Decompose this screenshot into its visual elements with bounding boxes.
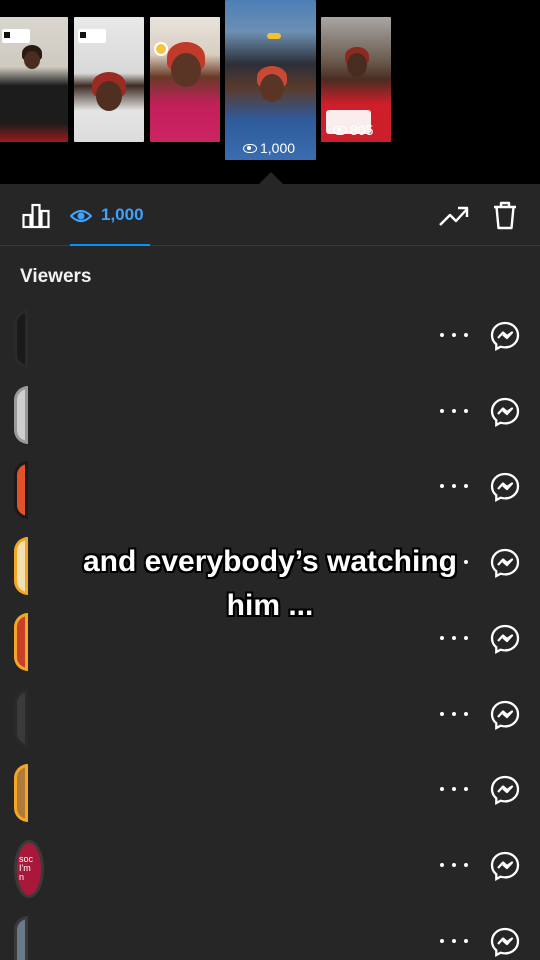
avatar[interactable] — [14, 915, 28, 960]
sticker — [78, 29, 106, 43]
viewer-row[interactable] — [0, 310, 540, 389]
story-thumbnail[interactable]: 805 — [321, 17, 391, 142]
sticker — [2, 29, 30, 43]
story-strip: 1,000 805 — [0, 0, 540, 184]
viewers-title: Viewers — [20, 266, 92, 287]
viewer-row[interactable]: soc I'm n — [0, 839, 540, 919]
eye-icon[interactable] — [70, 208, 92, 224]
story-thumbnail-selected[interactable]: 1,000 — [225, 0, 316, 160]
caption-line: and everybody’s watching — [83, 545, 457, 578]
bar-chart-icon[interactable] — [22, 203, 50, 229]
emoji-sticker — [154, 42, 168, 56]
selected-story-caret — [259, 172, 283, 184]
viewer-row[interactable] — [0, 461, 540, 540]
eye-icon — [333, 125, 347, 135]
messenger-icon[interactable] — [490, 700, 520, 730]
avatar[interactable] — [14, 764, 28, 823]
more-options-icon[interactable] — [440, 401, 468, 421]
more-options-icon[interactable] — [440, 476, 468, 496]
avatar[interactable] — [14, 537, 28, 596]
more-options-icon[interactable] — [440, 325, 468, 345]
story-thumbnail[interactable] — [74, 17, 144, 142]
messenger-icon[interactable] — [490, 851, 520, 881]
more-options-icon[interactable] — [440, 931, 468, 951]
caption-line: him ... — [226, 589, 314, 622]
eye-icon — [243, 143, 257, 153]
story-thumbnail[interactable] — [150, 17, 220, 142]
messenger-icon[interactable] — [490, 775, 520, 806]
avatar[interactable] — [14, 385, 28, 444]
messenger-icon[interactable] — [490, 321, 520, 351]
active-tab-indicator — [70, 244, 150, 246]
trash-icon[interactable] — [492, 201, 518, 231]
story-thumbnail[interactable] — [0, 17, 68, 142]
viewer-row[interactable] — [0, 764, 540, 843]
story-views: 1,000 — [243, 140, 295, 156]
viewer-row[interactable] — [0, 688, 540, 768]
avatar[interactable] — [14, 688, 28, 747]
messenger-icon[interactable] — [490, 397, 520, 427]
eyes-emoji — [267, 33, 281, 39]
trending-icon[interactable] — [438, 203, 470, 229]
more-options-icon[interactable] — [440, 628, 468, 648]
more-options-icon[interactable] — [440, 704, 468, 724]
avatar[interactable]: soc I'm n — [14, 839, 44, 898]
messenger-icon[interactable] — [490, 927, 520, 957]
viewer-row[interactable] — [0, 915, 540, 960]
avatar[interactable] — [14, 612, 28, 671]
avatar[interactable] — [14, 461, 28, 520]
messenger-icon[interactable] — [490, 624, 520, 654]
views-count-tab[interactable]: 1,000 — [101, 205, 144, 225]
more-options-icon[interactable] — [440, 855, 468, 875]
story-views: 805 — [333, 122, 373, 138]
more-options-icon[interactable] — [440, 779, 468, 799]
avatar[interactable] — [14, 310, 28, 368]
messenger-icon[interactable] — [490, 472, 520, 503]
caption-overlay: and everybody’s watching him ... — [40, 540, 500, 628]
viewer-row[interactable] — [0, 385, 540, 465]
